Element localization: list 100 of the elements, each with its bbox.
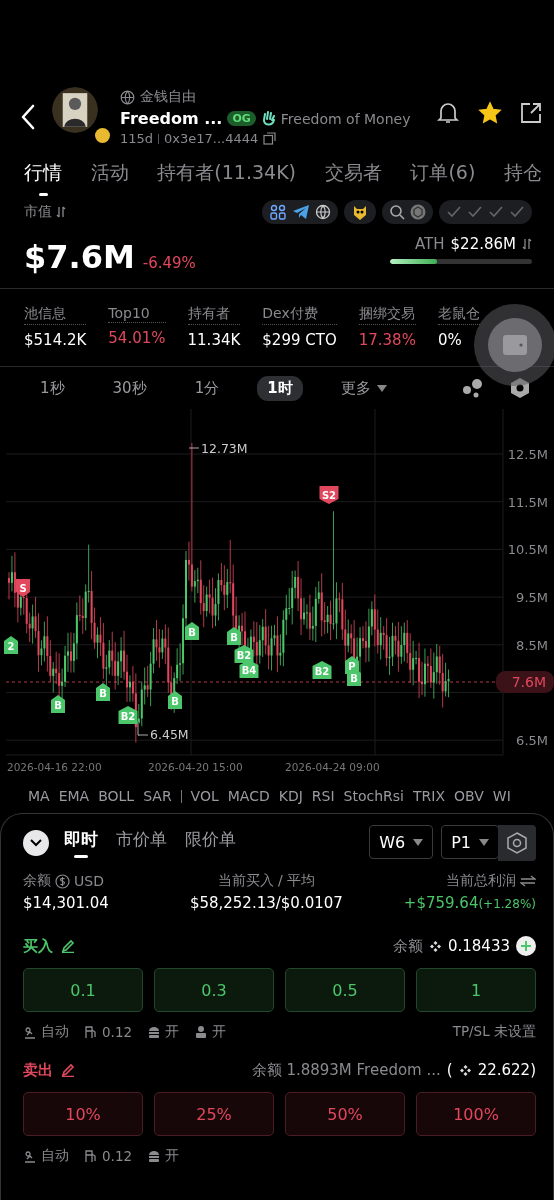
tab[interactable]: 订单(6) <box>410 156 476 202</box>
interval-tab[interactable]: 30秒 <box>102 375 157 401</box>
edit-icon[interactable] <box>61 939 75 953</box>
order-type-tab[interactable]: 即时 <box>61 828 101 858</box>
bought-value: $58,252.13/$0.0107 <box>189 894 343 912</box>
settings-button[interactable] <box>498 825 536 861</box>
date-label: 2026-04-20 15:00 <box>148 761 243 773</box>
buy-amount-button[interactable]: 0.1 <box>23 968 143 1012</box>
date-label: 2026-04-24 09:00 <box>285 761 380 773</box>
collapse-button[interactable] <box>23 830 49 856</box>
burger-icon <box>147 1149 162 1163</box>
indicator-tab[interactable]: StochRsi <box>343 788 404 804</box>
balance-value: 22.622) <box>477 1061 536 1079</box>
indicator-tab[interactable]: OBV <box>454 788 484 804</box>
edit-icon[interactable] <box>61 1063 75 1077</box>
globe-icon <box>120 89 135 105</box>
check-icon <box>467 205 483 219</box>
tab[interactable]: 交易者 <box>324 156 382 202</box>
stat-label[interactable]: 捆绑交易 <box>358 305 416 325</box>
stat-value: 0% <box>437 331 463 349</box>
stat-value: 17.38% <box>358 331 416 349</box>
star-icon[interactable] <box>478 101 502 125</box>
buy-marker: B <box>96 683 110 701</box>
indicator-tab[interactable]: VOL <box>190 788 219 804</box>
token-age: 115d <box>120 131 154 146</box>
order-type-tab[interactable]: 市价单 <box>113 828 170 858</box>
indicator-tab[interactable]: MA <box>28 788 50 804</box>
interval-tab[interactable]: 1秒 <box>30 375 75 401</box>
tab[interactable]: 行情 <box>24 156 62 202</box>
tab[interactable]: 持有者(11.34K) <box>157 156 297 202</box>
sell-marker: S <box>16 579 30 597</box>
sort-icon <box>522 238 532 250</box>
tpsl-status[interactable]: TP/SL 未设置 <box>452 1023 536 1041</box>
leader-line <box>137 720 149 736</box>
indicator-tab[interactable]: SAR <box>143 788 172 804</box>
indicator-tab[interactable]: KDJ <box>278 788 303 804</box>
caret-icon <box>376 384 387 392</box>
wallet-select[interactable]: W6 <box>369 825 434 859</box>
buy-amount-button[interactable]: 1 <box>416 968 536 1012</box>
interval-tab[interactable]: 1时 <box>257 375 303 401</box>
stat-value: 54.01% <box>108 329 166 347</box>
profit-percent: (+1.28%) <box>478 897 536 911</box>
audit-tools[interactable] <box>344 200 376 224</box>
search-tools[interactable] <box>382 200 433 224</box>
stat-label[interactable]: Dex付费 <box>262 305 337 325</box>
indicator-tab[interactable]: EMA <box>58 788 90 804</box>
sell-amount-button[interactable]: 25% <box>154 1092 274 1136</box>
social-links[interactable] <box>262 200 338 224</box>
sell-amount-button[interactable]: 50% <box>285 1092 405 1136</box>
cube-coin-icon <box>410 204 426 220</box>
globe-icon <box>315 204 331 220</box>
chevron-icon <box>30 839 42 847</box>
token-subtitle: 金钱自由 <box>140 88 196 106</box>
indicator-tab[interactable]: BOLL <box>98 788 135 804</box>
checks-pill[interactable] <box>439 200 532 224</box>
low-label: 6.45M <box>150 727 189 742</box>
more-menu[interactable]: 更多 <box>330 375 397 401</box>
axis-label: 6.5M <box>516 733 548 749</box>
ath-value: $22.86M <box>450 235 516 253</box>
price-change: -6.49% <box>142 254 196 272</box>
buy-marker: B <box>185 622 199 640</box>
bell-icon[interactable] <box>436 101 460 125</box>
buy-amount-button[interactable]: 0.3 <box>154 968 274 1012</box>
owl-icon <box>351 203 369 221</box>
buy-marker: B <box>51 695 65 713</box>
setting-value: 0.12 <box>102 1148 133 1164</box>
copy-icon[interactable] <box>263 132 277 145</box>
indicator-tab[interactable]: WI <box>492 788 511 804</box>
buy-amount-button[interactable]: 0.5 <box>285 968 405 1012</box>
sell-amount-button[interactable]: 10% <box>23 1092 143 1136</box>
sell-amount-button[interactable]: 100% <box>416 1092 536 1136</box>
high-label: 12.73M <box>201 441 248 456</box>
stat-label[interactable]: Top10 <box>108 305 166 323</box>
preset-select[interactable]: P1 <box>441 825 499 859</box>
share-icon[interactable] <box>520 102 542 124</box>
check-icon <box>488 205 504 219</box>
buy-marker: B <box>227 627 241 645</box>
indicator-tab[interactable]: RSI <box>311 788 335 804</box>
coin-icon <box>428 939 442 953</box>
swap-icon[interactable] <box>520 875 536 887</box>
bubbles-icon[interactable] <box>462 378 484 398</box>
tab[interactable]: 持仓 <box>503 156 542 202</box>
add-button[interactable] <box>516 936 536 956</box>
stat-label[interactable]: 老鼠仓 <box>437 305 480 325</box>
axis-label: 10.5M <box>507 542 548 558</box>
slippage-icon <box>23 1025 37 1039</box>
stat-label[interactable]: 持有者 <box>187 305 241 325</box>
token-full-name: Freedom of Money <box>280 110 411 127</box>
check-icon <box>446 205 462 219</box>
axis-label: 11.5M <box>507 494 548 510</box>
interval-tab[interactable]: 1分 <box>184 375 230 401</box>
indicator-tab[interactable]: TRIX <box>413 788 445 804</box>
indicator-tab[interactable]: MACD <box>227 788 270 804</box>
axis-label: 12.5M <box>507 447 548 462</box>
settings-icon[interactable] <box>510 377 530 399</box>
order-type-tab[interactable]: 限价单 <box>182 828 239 858</box>
token-name: Freedom ... <box>120 109 223 128</box>
stat-label[interactable]: 池信息 <box>24 305 87 325</box>
tab[interactable]: 活动 <box>90 156 129 202</box>
axis-label: 9.5M <box>516 590 548 606</box>
